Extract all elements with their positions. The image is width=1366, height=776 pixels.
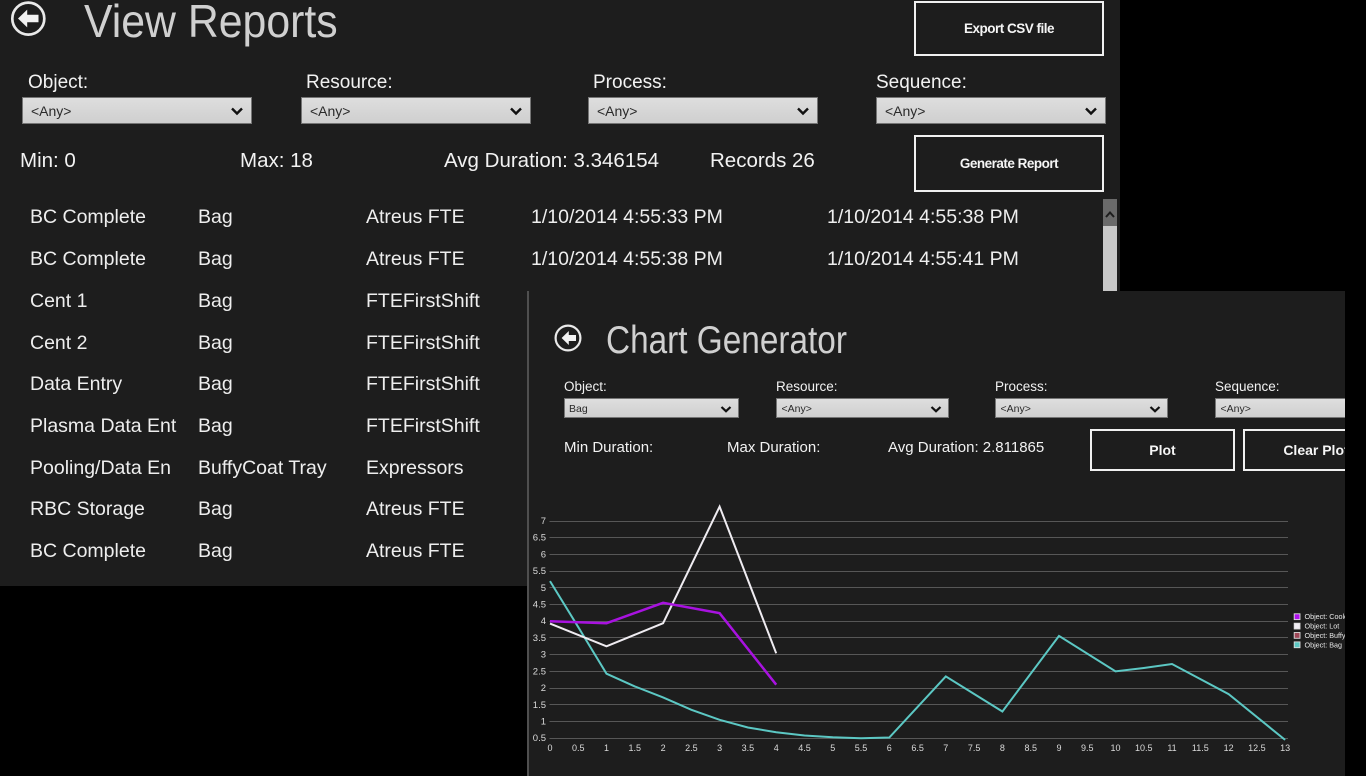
svg-text:2: 2 — [541, 683, 546, 694]
svg-text:4: 4 — [541, 616, 546, 627]
svg-text:Object: Lot: Object: Lot — [1305, 622, 1340, 631]
svg-text:5: 5 — [830, 743, 835, 753]
svg-text:Object: Bag: Object: Bag — [1305, 640, 1343, 649]
svg-text:1.5: 1.5 — [629, 743, 642, 753]
svg-text:13: 13 — [1280, 743, 1290, 753]
svg-text:3.5: 3.5 — [533, 633, 546, 644]
svg-text:4.5: 4.5 — [533, 600, 546, 611]
svg-text:9: 9 — [1056, 743, 1061, 753]
svg-text:9.5: 9.5 — [1081, 743, 1094, 753]
svg-text:11: 11 — [1167, 743, 1176, 753]
svg-text:7: 7 — [541, 516, 546, 527]
svg-text:6: 6 — [887, 743, 892, 753]
svg-text:2.5: 2.5 — [685, 743, 698, 753]
svg-text:12: 12 — [1224, 743, 1234, 753]
svg-text:8.5: 8.5 — [1024, 743, 1037, 753]
svg-text:3: 3 — [541, 650, 546, 661]
svg-text:0: 0 — [547, 743, 552, 753]
svg-text:0.5: 0.5 — [572, 743, 585, 753]
svg-text:1: 1 — [541, 717, 546, 728]
svg-text:11.5: 11.5 — [1192, 743, 1209, 753]
svg-text:0.5: 0.5 — [533, 733, 546, 744]
svg-text:5.5: 5.5 — [533, 566, 546, 577]
svg-text:4.5: 4.5 — [798, 743, 811, 753]
svg-text:4: 4 — [774, 743, 779, 753]
svg-text:5: 5 — [541, 583, 546, 594]
svg-text:6.5: 6.5 — [533, 533, 546, 544]
svg-text:1: 1 — [604, 743, 609, 753]
svg-text:6.5: 6.5 — [911, 743, 924, 753]
svg-text:3.5: 3.5 — [742, 743, 755, 753]
svg-text:Object: BuffyCo: Object: BuffyCo — [1305, 631, 1346, 640]
svg-text:10.5: 10.5 — [1135, 743, 1153, 753]
svg-text:2: 2 — [661, 743, 666, 753]
svg-text:7: 7 — [943, 743, 948, 753]
svg-text:10: 10 — [1110, 743, 1120, 753]
svg-text:7.5: 7.5 — [968, 743, 981, 753]
svg-text:2.5: 2.5 — [533, 666, 546, 677]
svg-text:8: 8 — [1000, 743, 1005, 753]
svg-text:5.5: 5.5 — [855, 743, 868, 753]
svg-text:3: 3 — [717, 743, 722, 753]
svg-text:Object: Coolers: Object: Coolers — [1305, 612, 1346, 621]
svg-text:1.5: 1.5 — [533, 700, 546, 711]
svg-text:6: 6 — [541, 549, 546, 560]
svg-text:12.5: 12.5 — [1248, 743, 1266, 753]
